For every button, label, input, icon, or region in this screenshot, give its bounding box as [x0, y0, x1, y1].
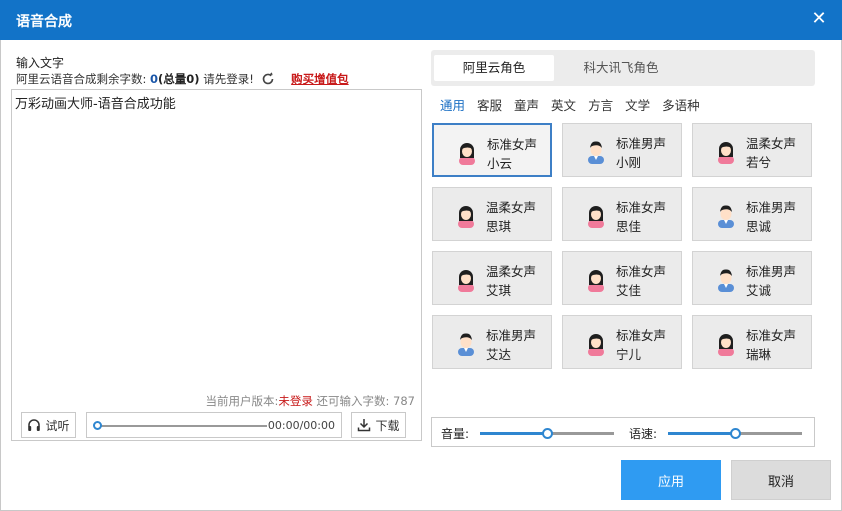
voice-type: 标准女声	[616, 264, 667, 279]
voice-name: 思佳	[616, 219, 642, 234]
refresh-icon[interactable]	[261, 72, 275, 86]
cancel-button[interactable]: 取消	[731, 460, 831, 500]
quota-prefix: 阿里云语音合成剩余字数:	[16, 72, 151, 86]
listen-label: 试听	[45, 418, 70, 433]
audio-time: 00:00/00:00	[267, 419, 335, 432]
category-general[interactable]: 通用	[440, 95, 465, 114]
quota-total: (总量0)	[158, 72, 200, 86]
download-icon	[358, 419, 371, 432]
female-avatar-icon	[459, 143, 475, 165]
volume-fill	[480, 432, 547, 435]
voice-card[interactable]: 温柔女声 思琪	[432, 187, 552, 241]
voice-name: 宁儿	[616, 347, 642, 362]
voice-card[interactable]: 标准男声 小刚	[562, 123, 682, 177]
tab-iflytek[interactable]: 科大讯飞角色	[561, 55, 681, 81]
voice-type: 标准男声	[616, 136, 667, 151]
category-literature[interactable]: 文学	[625, 95, 650, 114]
status-remaining: 还可输入字数: 787	[312, 394, 416, 408]
audio-progress-track[interactable]	[97, 425, 267, 427]
voice-type: 标准女声	[487, 137, 538, 152]
speed-knob[interactable]	[730, 428, 741, 439]
male-avatar-icon	[588, 141, 604, 164]
category-tabs: 通用 客服 童声 英文 方言 文学 多语种	[440, 95, 712, 114]
quota-row: 阿里云语音合成剩余字数: 0(总量0) 请先登录! 购买增值包	[16, 71, 349, 87]
voice-type: 温柔女声	[486, 200, 537, 215]
volume-knob[interactable]	[542, 428, 553, 439]
voice-card[interactable]: 标准男声 思诚	[692, 187, 812, 241]
user-status: 当前用户版本:未登录 还可输入字数: 787	[205, 393, 415, 409]
volume-slider[interactable]	[480, 428, 614, 439]
voice-type: 标准女声	[616, 200, 667, 215]
speed-label: 语速:	[629, 427, 658, 441]
female-avatar-icon	[458, 270, 474, 292]
status-not-logged: 未登录	[278, 394, 313, 408]
voice-name: 思琪	[486, 219, 512, 234]
listen-button[interactable]: 试听	[21, 412, 76, 438]
voice-card[interactable]: 温柔女声 若兮	[692, 123, 812, 177]
voice-name: 艾达	[486, 347, 512, 362]
audio-settings: 音量: 语速:	[431, 417, 815, 447]
tab-aliyun[interactable]: 阿里云角色	[434, 55, 554, 81]
window-title: 语音合成	[16, 14, 72, 30]
voice-card[interactable]: 标准女声 小云	[432, 123, 552, 177]
voice-name: 小刚	[616, 155, 642, 170]
category-service[interactable]: 客服	[477, 95, 502, 114]
voice-type: 标准男声	[746, 200, 797, 215]
voice-type: 标准女声	[616, 328, 667, 343]
apply-button[interactable]: 应用	[621, 460, 721, 500]
male-avatar-icon	[458, 333, 474, 356]
login-hint: 请先登录!	[199, 72, 254, 86]
voice-name: 瑞琳	[746, 347, 772, 362]
voice-card[interactable]: 标准男声 艾达	[432, 315, 552, 369]
speed-slider[interactable]	[668, 428, 802, 439]
voice-name: 思诚	[746, 219, 772, 234]
editor-text[interactable]: 万彩动画大师-语音合成功能	[15, 93, 176, 112]
voice-card[interactable]: 标准女声 瑞琳	[692, 315, 812, 369]
voice-type: 标准男声	[746, 264, 797, 279]
audio-progress-knob[interactable]	[93, 421, 102, 430]
voice-name: 艾琪	[486, 283, 512, 298]
voice-card[interactable]: 标准女声 思佳	[562, 187, 682, 241]
input-label: 输入文字	[16, 56, 65, 70]
voice-name: 艾诚	[746, 283, 772, 298]
category-dialect[interactable]: 方言	[588, 95, 613, 114]
status-prefix: 当前用户版本:	[205, 394, 279, 408]
speed-fill	[668, 432, 735, 435]
headphone-icon	[28, 419, 41, 431]
female-avatar-icon	[718, 334, 734, 356]
female-avatar-icon	[718, 142, 734, 164]
voice-card[interactable]: 温柔女声 艾琪	[432, 251, 552, 305]
volume-label: 音量:	[441, 427, 470, 441]
male-avatar-icon	[718, 269, 734, 292]
quota-number: 0	[150, 72, 159, 86]
vendor-tabs: 阿里云角色 科大讯飞角色	[431, 50, 815, 86]
female-avatar-icon	[458, 206, 474, 228]
voice-name: 小云	[487, 156, 513, 171]
male-avatar-icon	[718, 205, 734, 228]
voice-type: 温柔女声	[746, 136, 797, 151]
category-multilingual[interactable]: 多语种	[662, 95, 700, 114]
female-avatar-icon	[588, 334, 604, 356]
voice-type: 温柔女声	[486, 264, 537, 279]
voice-name: 艾佳	[616, 283, 642, 298]
voice-type: 标准男声	[486, 328, 537, 343]
download-button[interactable]: 下载	[351, 412, 406, 438]
audio-player: 00:00/00:00	[86, 412, 342, 438]
category-english[interactable]: 英文	[551, 95, 576, 114]
category-child[interactable]: 童声	[514, 95, 539, 114]
voice-card[interactable]: 标准男声 艾诚	[692, 251, 812, 305]
text-editor[interactable]: 万彩动画大师-语音合成功能 当前用户版本:未登录 还可输入字数: 787 试听 …	[11, 89, 422, 441]
voice-name: 若兮	[746, 155, 772, 170]
voice-card[interactable]: 标准女声 宁儿	[562, 315, 682, 369]
download-label: 下载	[375, 418, 400, 433]
voice-card[interactable]: 标准女声 艾佳	[562, 251, 682, 305]
title-bar: 语音合成 ✕	[0, 0, 842, 40]
buy-package-link[interactable]: 购买增值包	[291, 72, 349, 86]
close-icon[interactable]: ✕	[808, 8, 830, 30]
female-avatar-icon	[588, 206, 604, 228]
female-avatar-icon	[588, 270, 604, 292]
voice-type: 标准女声	[746, 328, 797, 343]
